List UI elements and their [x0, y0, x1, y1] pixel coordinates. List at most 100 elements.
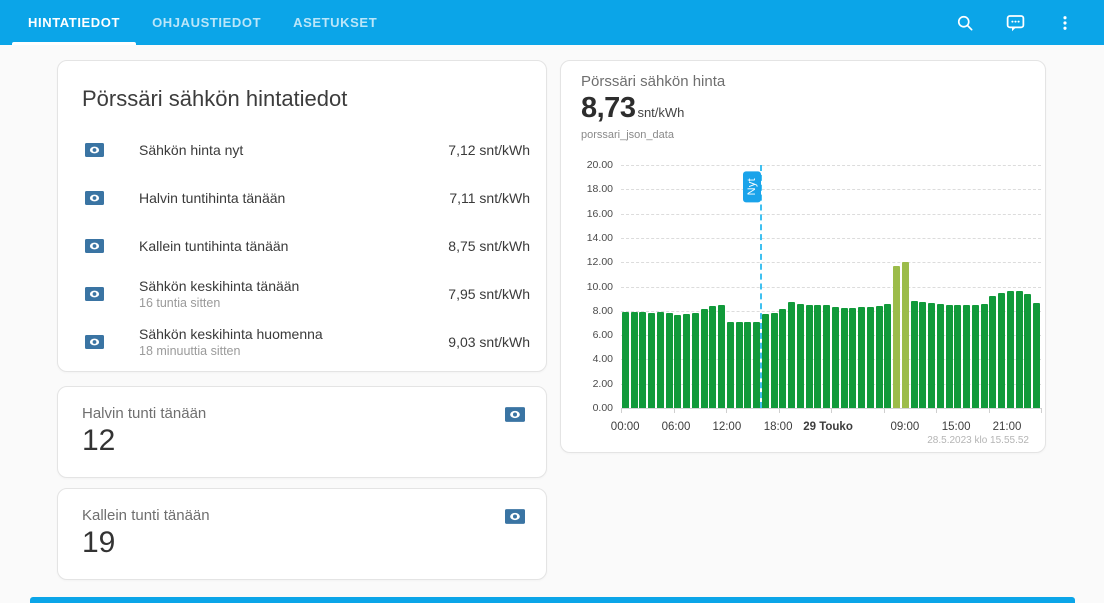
tab-ohjaustiedot[interactable]: OHJAUSTIEDOT — [136, 0, 277, 45]
price-bar[interactable] — [841, 308, 848, 408]
cheapest-hour-card[interactable]: Halvin tunti tänään 12 — [57, 386, 547, 478]
price-bar[interactable] — [1033, 303, 1040, 408]
row-average-today[interactable]: Sähkön keskihinta tänään 16 tuntia sitte… — [58, 270, 546, 318]
price-bar[interactable] — [893, 266, 900, 408]
row-label: Sähkön keskihinta huomenna — [139, 326, 323, 342]
price-bar[interactable] — [727, 322, 734, 409]
price-bar[interactable] — [744, 322, 751, 408]
nav-tabs: HINTATIEDOT OHJAUSTIEDOT ASETUKSET — [12, 0, 393, 45]
gridline — [621, 165, 1041, 166]
row-most-expensive-hour-price[interactable]: Kallein tuntihinta tänään 8,75 snt/kWh — [58, 222, 546, 270]
y-axis-label: 14.00 — [569, 232, 613, 244]
price-bar[interactable] — [989, 296, 996, 408]
y-axis-label: 2.00 — [569, 378, 613, 390]
price-bar[interactable] — [928, 303, 935, 408]
row-value: 7,11 snt/kWh — [449, 190, 530, 206]
price-bar[interactable] — [657, 312, 664, 408]
row-sublabel: 18 minuuttia sitten — [139, 344, 323, 358]
price-bar[interactable] — [648, 313, 655, 408]
price-bar[interactable] — [797, 304, 804, 408]
price-bar[interactable] — [1016, 291, 1023, 408]
stat-value: 19 — [82, 526, 546, 560]
price-bar[interactable] — [639, 312, 646, 408]
row-average-tomorrow[interactable]: Sähkön keskihinta huomenna 18 minuuttia … — [58, 318, 546, 366]
tab-asetukset[interactable]: ASETUKSET — [277, 0, 393, 45]
row-label: Halvin tuntihinta tänään — [139, 190, 285, 206]
y-axis-label: 20.00 — [569, 159, 613, 171]
y-axis-label: 6.00 — [569, 329, 613, 341]
price-bar[interactable] — [622, 312, 629, 408]
x-axis-tick — [621, 408, 622, 413]
row-label: Sähkön keskihinta tänään — [139, 278, 299, 294]
next-card-peek — [30, 597, 1075, 603]
gridline — [621, 238, 1041, 239]
price-bar[interactable] — [709, 306, 716, 408]
chart-unit: snt/kWh — [637, 105, 684, 120]
price-bar[interactable] — [666, 313, 673, 408]
price-bar[interactable] — [806, 305, 813, 408]
nav-icon-group — [954, 0, 1104, 45]
price-bar[interactable] — [683, 314, 690, 408]
price-bar[interactable] — [937, 304, 944, 408]
row-cheapest-hour-price[interactable]: Halvin tuntihinta tänään 7,11 snt/kWh — [58, 174, 546, 222]
price-bar[interactable] — [771, 313, 778, 408]
x-axis-tick — [831, 408, 832, 413]
price-chart-card: Pörssäri sähkön hinta 8,73 snt/kWh porss… — [560, 60, 1046, 453]
cash-icon — [85, 191, 104, 205]
price-bar[interactable] — [981, 304, 988, 408]
price-bar[interactable] — [1024, 294, 1031, 408]
x-axis-label: 12:00 — [712, 421, 741, 433]
price-bar[interactable] — [814, 305, 821, 408]
top-nav: HINTATIEDOT OHJAUSTIEDOT ASETUKSET — [0, 0, 1104, 45]
price-bar[interactable] — [753, 322, 760, 409]
price-bar[interactable] — [736, 322, 743, 408]
stat-title: Halvin tunti tänään — [82, 405, 206, 422]
price-bar[interactable] — [779, 309, 786, 408]
price-bar[interactable] — [998, 293, 1005, 408]
search-icon[interactable] — [954, 12, 976, 34]
price-bar[interactable] — [911, 301, 918, 408]
now-marker-badge: Nyt — [743, 171, 761, 202]
gridline — [621, 189, 1041, 190]
price-bar[interactable] — [701, 309, 708, 408]
price-bar[interactable] — [972, 305, 979, 408]
cash-icon — [505, 407, 525, 422]
price-bar[interactable] — [884, 304, 891, 408]
price-bar[interactable] — [1007, 291, 1014, 408]
cash-icon — [85, 239, 104, 253]
price-bar[interactable] — [832, 307, 839, 408]
cash-icon — [85, 143, 104, 157]
x-axis-tick — [779, 408, 780, 413]
kebab-menu-icon[interactable] — [1054, 12, 1076, 34]
price-bar[interactable] — [954, 305, 961, 408]
price-bar[interactable] — [858, 307, 865, 408]
row-price-now[interactable]: Sähkön hinta nyt 7,12 snt/kWh — [58, 126, 546, 174]
gridline — [621, 262, 1041, 263]
price-bar[interactable] — [946, 305, 953, 408]
y-axis-label: 18.00 — [569, 183, 613, 195]
gridline — [621, 214, 1041, 215]
price-bar-chart[interactable]: 0.002.004.006.008.0010.0012.0014.0016.00… — [621, 165, 1041, 408]
row-label: Sähkön hinta nyt — [139, 142, 243, 158]
price-bar[interactable] — [718, 305, 725, 408]
price-bar[interactable] — [788, 302, 795, 408]
chat-icon[interactable] — [1004, 12, 1026, 34]
row-sublabel: 16 tuntia sitten — [139, 296, 299, 310]
price-bar[interactable] — [876, 306, 883, 408]
price-bar[interactable] — [849, 308, 856, 408]
cash-icon — [85, 287, 104, 301]
dashboard: HINTATIEDOT OHJAUSTIEDOT ASETUKSET Pörss… — [0, 0, 1104, 603]
price-bar[interactable] — [919, 302, 926, 408]
most-expensive-hour-card[interactable]: Kallein tunti tänään 19 — [57, 488, 547, 580]
tab-hintatiedot[interactable]: HINTATIEDOT — [12, 0, 136, 45]
price-bar[interactable] — [902, 262, 909, 408]
price-bar[interactable] — [867, 307, 874, 408]
price-bar[interactable] — [762, 314, 769, 408]
price-bar[interactable] — [674, 315, 681, 408]
price-bar[interactable] — [963, 305, 970, 408]
price-bar[interactable] — [823, 305, 830, 408]
row-value: 9,03 snt/kWh — [448, 334, 530, 350]
price-bar[interactable] — [631, 312, 638, 408]
stat-value: 12 — [82, 424, 546, 458]
price-bar[interactable] — [692, 313, 699, 408]
